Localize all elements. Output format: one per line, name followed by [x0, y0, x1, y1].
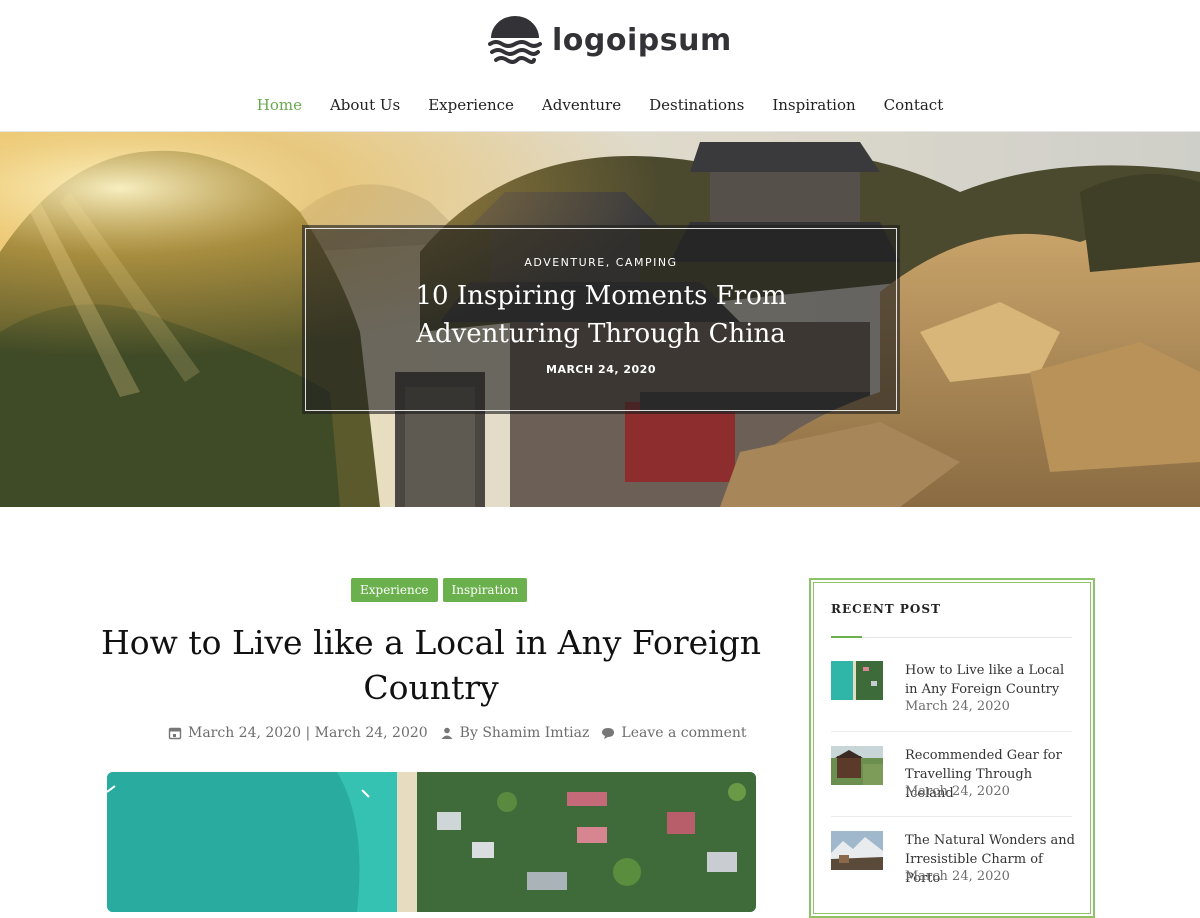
hero-date: MARCH 24, 2020 — [546, 363, 656, 376]
post-meta: March 24, 2020 | March 24, 2020 By Shami… — [168, 725, 747, 741]
calendar-icon — [168, 727, 182, 740]
tag-experience[interactable]: Experience — [351, 578, 438, 602]
post-image-graphic — [107, 772, 756, 912]
site-logo[interactable]: logoipsum — [488, 16, 732, 64]
site-header: logoipsum Home About Us Experience Adven… — [0, 0, 1200, 132]
recent-post-thumbnail[interactable] — [831, 661, 883, 700]
recent-post-date: March 24, 2020 — [905, 784, 1010, 799]
nav-item-home[interactable]: Home — [257, 96, 302, 114]
post-title[interactable]: How to Live like a Local in Any Foreign … — [100, 620, 762, 710]
recent-post-divider — [831, 731, 1072, 732]
logo-text: logoipsum — [552, 22, 732, 58]
post-featured-image[interactable] — [107, 772, 756, 912]
nav-item-contact[interactable]: Contact — [884, 96, 944, 114]
recent-posts-heading: RECENT POST — [831, 602, 941, 616]
main-nav: Home About Us Experience Adventure Desti… — [0, 96, 1200, 114]
hero-overlay-card[interactable]: ADVENTURE, CAMPING 10 Inspiring Moments … — [302, 225, 900, 414]
nav-item-about-us[interactable]: About Us — [330, 96, 400, 114]
heading-accent — [831, 636, 862, 638]
heading-divider — [831, 637, 1072, 638]
comment-icon — [602, 728, 615, 739]
recent-post-date: March 24, 2020 — [905, 869, 1010, 884]
user-icon — [441, 727, 453, 739]
hero-banner[interactable]: ADVENTURE, CAMPING 10 Inspiring Moments … — [0, 132, 1200, 507]
post-author-link[interactable]: By Shamim Imtiaz — [460, 725, 590, 741]
recent-post-title[interactable]: How to Live like a Local in Any Foreign … — [905, 661, 1075, 699]
logo-waves-icon — [488, 16, 542, 64]
nav-item-destinations[interactable]: Destinations — [649, 96, 744, 114]
leave-comment-link[interactable]: Leave a comment — [621, 725, 746, 741]
tag-inspiration[interactable]: Inspiration — [442, 578, 528, 602]
nav-item-adventure[interactable]: Adventure — [542, 96, 621, 114]
hero-title[interactable]: 10 Inspiring Moments From Adventuring Th… — [341, 277, 861, 353]
recent-post-thumbnail[interactable] — [831, 746, 883, 785]
recent-post-thumbnail[interactable] — [831, 831, 883, 870]
recent-post-divider — [831, 816, 1072, 817]
nav-item-inspiration[interactable]: Inspiration — [772, 96, 855, 114]
post-tags: Experience Inspiration — [351, 578, 528, 602]
recent-posts-widget: RECENT POST How to Live like a Local in … — [809, 578, 1095, 918]
recent-post-date: March 24, 2020 — [905, 699, 1010, 714]
hero-categories[interactable]: ADVENTURE, CAMPING — [302, 256, 900, 269]
post-date: March 24, 2020 | March 24, 2020 — [188, 725, 428, 741]
nav-item-experience[interactable]: Experience — [428, 96, 514, 114]
